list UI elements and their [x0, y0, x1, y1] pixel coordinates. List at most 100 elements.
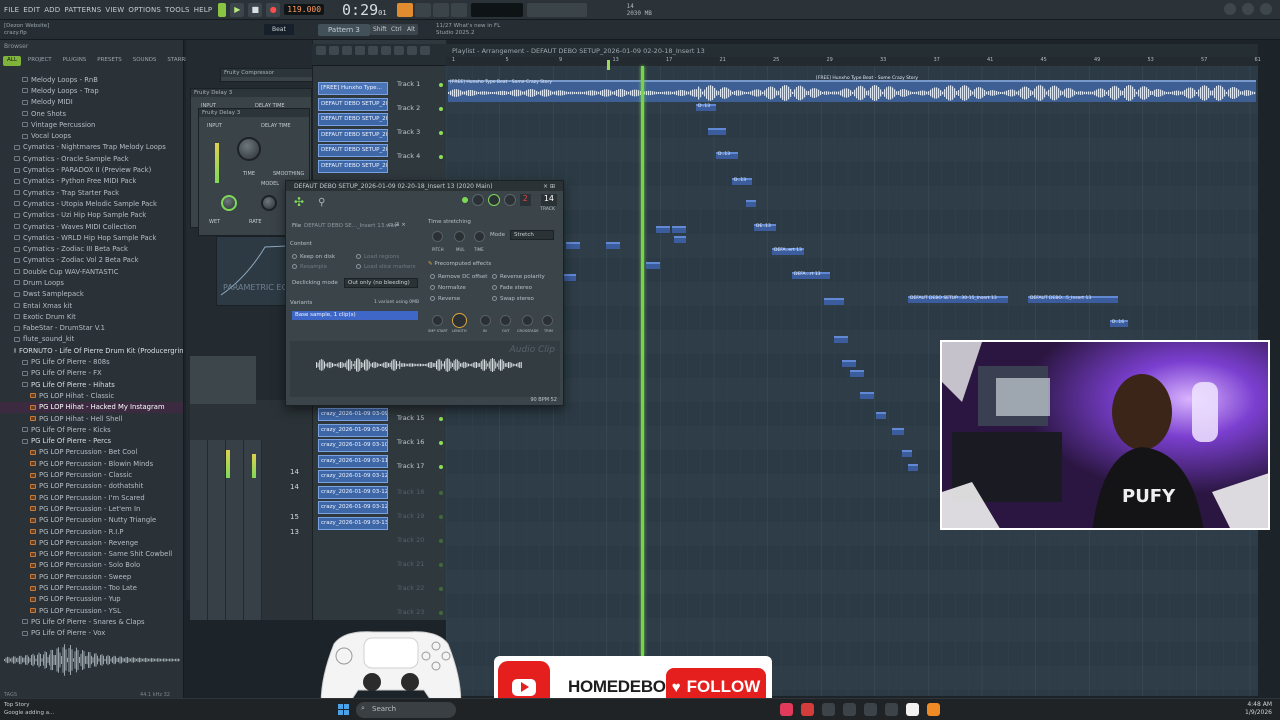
- timeline-ruler[interactable]: 1 5 9 13 17 21 25 29 33 37 41 45 49 53 57 61: [446, 57, 1261, 66]
- browser-folder-item[interactable]: Exotic Drum Kit: [0, 311, 183, 322]
- track-led-icon[interactable]: [439, 107, 443, 111]
- menu-tools[interactable]: Tools: [165, 6, 190, 14]
- track-led-icon[interactable]: [439, 83, 443, 87]
- browser-file-item[interactable]: PG LOP Percussion - Solo Bolo: [0, 560, 183, 571]
- windows-start-icon[interactable]: [338, 704, 349, 715]
- track-led-icon[interactable]: [439, 465, 443, 469]
- trim-knob[interactable]: [542, 315, 553, 326]
- tab-all[interactable]: All: [3, 56, 21, 66]
- browser-folder-item[interactable]: Cymatics - Waves MIDI Collection: [0, 221, 183, 232]
- resample-option[interactable]: Resample: [292, 264, 327, 270]
- track-header[interactable]: Track 23: [397, 608, 424, 616]
- browser-folder-item[interactable]: PG Life Of Pierre - Kicks: [0, 424, 183, 435]
- tab-plugins[interactable]: Plugins: [59, 56, 91, 66]
- browser-folder-item[interactable]: flute_sound_kit: [0, 334, 183, 345]
- channel-button[interactable]: crazy_2026-01-09 03-10...: [318, 439, 388, 452]
- remove-dc-option[interactable]: Remove DC offset: [430, 274, 487, 280]
- menu-options[interactable]: Options: [128, 6, 161, 14]
- channel-button[interactable]: crazy_2026-01-09 03-09...: [318, 423, 388, 437]
- audio-clip[interactable]: [908, 464, 918, 471]
- mute-tool-icon[interactable]: [355, 46, 365, 55]
- clip-top-audio[interactable]: [FREE] Hunxho Type Beat - Some Crazy Sto…: [448, 80, 1256, 102]
- reverse-option[interactable]: Reverse: [430, 296, 460, 302]
- playback-tool-icon[interactable]: [420, 46, 430, 55]
- pitch-knob-ts[interactable]: [432, 231, 443, 242]
- menu-patterns[interactable]: Patterns: [64, 6, 101, 14]
- browser-file-item[interactable]: PG LOP Percussion - Let'em In: [0, 503, 183, 514]
- track-header[interactable]: Track 3: [397, 128, 420, 136]
- track-led-icon[interactable]: [439, 587, 443, 591]
- audio-clip[interactable]: D..13: [732, 178, 752, 185]
- track-header[interactable]: Track 17: [397, 462, 424, 470]
- browser-file-item[interactable]: PG LOP Percussion - Too Late: [0, 582, 183, 593]
- browser-folder-item[interactable]: Cymatics - Zodiac III Beta Pack: [0, 243, 183, 254]
- track-led-icon[interactable]: [439, 155, 443, 159]
- browser-file-item[interactable]: PG LOP Percussion - Nutty Triangle: [0, 515, 183, 526]
- browser-folder-item[interactable]: PG Life Of Pierre - Vox: [0, 628, 183, 639]
- channel-button[interactable]: crazy_2026-01-09 03-09...: [318, 408, 388, 421]
- file-value[interactable]: DEFAUT DEBO SE..._Insert 13.wav: [304, 223, 397, 229]
- close-icon[interactable]: × ⊞: [543, 183, 555, 190]
- pitch-knob[interactable]: [503, 194, 516, 206]
- browser-file-item[interactable]: PG LOP Percussion - I'm Scared: [0, 492, 183, 503]
- channel-button[interactable]: crazy_2026-01-09 03-12...: [318, 485, 388, 499]
- crossfade-knob[interactable]: [522, 315, 533, 326]
- audio-clip[interactable]: DEFAUT DEBO SETUP...30-15_Insert 13: [908, 296, 1008, 303]
- browser-file-item[interactable]: PG LOP Percussion - YSL: [0, 605, 183, 616]
- browser-folder-item[interactable]: One Shots: [0, 108, 183, 119]
- countdown-icon[interactable]: [432, 2, 449, 17]
- browser-folder-item[interactable]: Vocal Loops: [0, 130, 183, 141]
- tempo-display[interactable]: 119.000: [284, 4, 325, 15]
- audio-clip[interactable]: [708, 128, 726, 135]
- browser-file-item[interactable]: PG LOP Percussion - Sweep: [0, 571, 183, 582]
- smp-start-knob[interactable]: [432, 315, 443, 326]
- channel-button[interactable]: DEFAUT DEBO SETUP_202...: [318, 159, 388, 173]
- mixer-strip-1[interactable]: [190, 440, 208, 620]
- browser-folder-item[interactable]: FORNUTO - Life Of Pierre Drum Kit (Produ…: [0, 345, 183, 356]
- settings-icon[interactable]: [864, 703, 877, 716]
- browser-folder-item[interactable]: Drum Loops: [0, 277, 183, 288]
- audio-clip[interactable]: [564, 274, 576, 281]
- track-header[interactable]: Track 2: [397, 104, 420, 112]
- track-display[interactable]: 14: [540, 194, 557, 206]
- channel-button[interactable]: DEFAUT DEBO SETUP_202...: [318, 113, 388, 126]
- audio-clip[interactable]: [860, 392, 874, 399]
- track-led-icon[interactable]: [439, 563, 443, 567]
- audio-clip[interactable]: DEFA..ert 13: [772, 248, 804, 255]
- playhead[interactable]: [641, 66, 644, 656]
- track-header[interactable]: Track 21: [397, 560, 424, 568]
- out-knob[interactable]: [500, 315, 511, 326]
- pattern-selector[interactable]: Pattern 3: [318, 23, 370, 36]
- tab-sounds[interactable]: Sounds: [129, 56, 161, 66]
- snap-selector[interactable]: Beat: [264, 24, 294, 35]
- news-panel[interactable]: 11/27 What's new in FL Studio 2025.2: [436, 23, 500, 37]
- metronome-icon[interactable]: [396, 2, 413, 17]
- swap-stereo-option[interactable]: Swap stereo: [492, 296, 534, 302]
- audio-clip[interactable]: [646, 262, 660, 269]
- browser-folder-item[interactable]: Cymatics - Python Free MIDI Pack: [0, 176, 183, 187]
- range-display[interactable]: 2: [519, 194, 531, 206]
- folder-icon[interactable]: ▭ ⊞ ×: [388, 222, 406, 228]
- channel-led-icon[interactable]: [461, 197, 468, 203]
- in-knob[interactable]: [480, 315, 491, 326]
- browser-folder-item[interactable]: FabeStar - DrumStar V.1: [0, 323, 183, 334]
- track-led-icon[interactable]: [439, 417, 443, 421]
- slice-tool-icon[interactable]: [381, 46, 391, 55]
- browser-file-item[interactable]: PG LOP Percussion - Yup: [0, 594, 183, 605]
- mixer-icon[interactable]: [1224, 3, 1236, 15]
- browser-folder-item[interactable]: Melody MIDI: [0, 97, 183, 108]
- browser-folder-item[interactable]: Double Cup WAV-FANTASTIC: [0, 266, 183, 277]
- audio-clip[interactable]: [656, 226, 670, 233]
- load-markers-option[interactable]: Load slice markers: [356, 264, 416, 270]
- audio-clip[interactable]: DEFA...rt 13: [792, 272, 830, 279]
- loop-record-icon[interactable]: [450, 2, 467, 17]
- browser-file-item[interactable]: PG LOP Percussion - dothatshit: [0, 481, 183, 492]
- track-header[interactable]: Track 18: [397, 488, 424, 496]
- channel-button[interactable]: crazy_2026-01-09 03-11...: [318, 454, 388, 468]
- load-regions-option[interactable]: Load regions: [356, 254, 399, 260]
- taskbar-search[interactable]: ⌕ Search: [356, 702, 456, 718]
- stop-button[interactable]: ■: [248, 2, 263, 17]
- time-knob-ts[interactable]: [474, 231, 485, 242]
- channel-button[interactable]: crazy_2026-01-09 03-13...: [318, 516, 388, 530]
- browser-folder-item[interactable]: Cymatics - WRLD Hip Hop Sample Pack: [0, 232, 183, 243]
